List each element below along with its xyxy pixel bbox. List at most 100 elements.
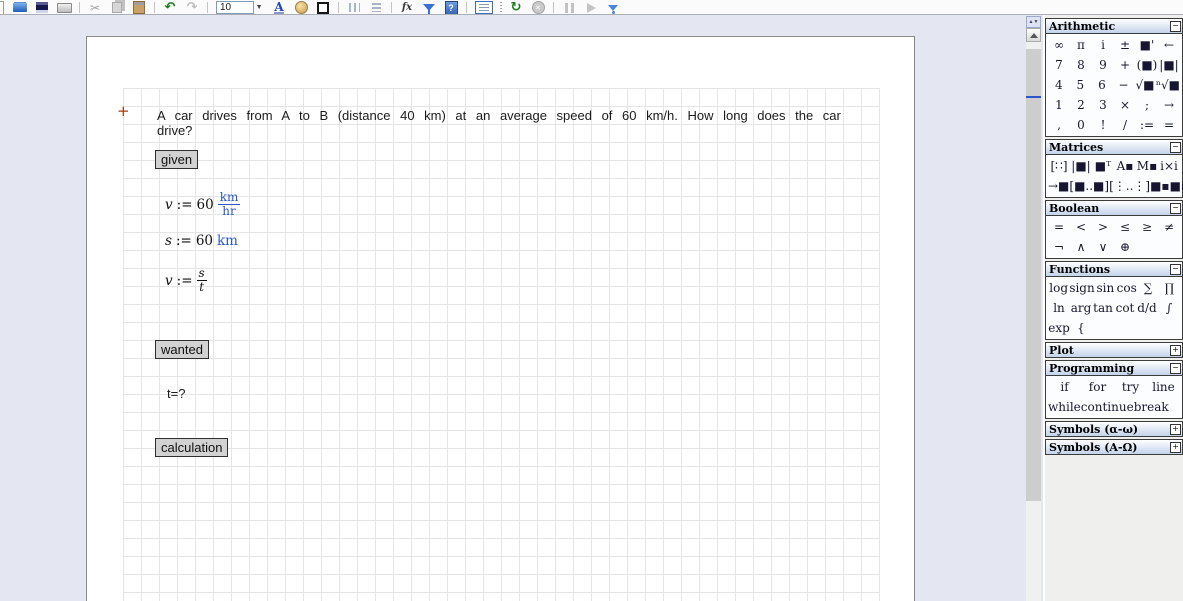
paste-icon[interactable]	[131, 1, 147, 14]
palette-button[interactable]: log	[1048, 278, 1069, 298]
panel-arithmetic-header[interactable]: Arithmetic−	[1046, 19, 1182, 34]
palette-button[interactable]: ,	[1048, 115, 1070, 135]
undo-icon[interactable]	[162, 1, 178, 14]
math-region-velocity-definition[interactable]: v := 60 km hr	[165, 191, 240, 218]
palette-button[interactable]: d/d	[1136, 298, 1158, 318]
palette-button[interactable]: 0	[1070, 115, 1092, 135]
palette-button[interactable]: for	[1081, 377, 1114, 397]
panel-plot-header[interactable]: Plot+	[1046, 343, 1182, 357]
collapse-icon[interactable]: −	[1170, 363, 1181, 374]
palette-button[interactable]: ¬	[1048, 237, 1070, 257]
background-color-icon[interactable]	[293, 1, 309, 14]
palette-button[interactable]: arg	[1070, 298, 1092, 318]
save-icon[interactable]	[34, 1, 50, 14]
wanted-expression-region[interactable]: t=?	[167, 386, 185, 401]
side-panel-toggle-icon[interactable]	[474, 1, 494, 14]
play-icon[interactable]	[583, 1, 599, 14]
palette-button[interactable]: [∷]	[1048, 156, 1070, 176]
align-vertical-icon[interactable]	[368, 1, 384, 14]
palette-button[interactable]: ■ᵀ	[1092, 156, 1114, 176]
copy-icon[interactable]	[109, 1, 125, 14]
palette-button[interactable]: ≤	[1114, 217, 1136, 237]
redo-icon[interactable]	[184, 1, 200, 14]
palette-button[interactable]: ■'	[1136, 35, 1158, 55]
palette-button[interactable]: 4	[1048, 75, 1070, 95]
collapse-icon[interactable]: −	[1170, 21, 1181, 32]
palette-button[interactable]: ;	[1136, 95, 1158, 115]
expand-icon[interactable]: +	[1170, 424, 1181, 435]
align-horizontal-icon[interactable]	[346, 1, 362, 14]
reference-book-icon[interactable]	[443, 1, 459, 14]
palette-button[interactable]: |■|	[1070, 156, 1092, 176]
palette-button[interactable]: =	[1158, 115, 1180, 135]
given-label[interactable]: given	[155, 150, 198, 169]
math-region-distance-definition[interactable]: s := 60 km	[165, 233, 238, 249]
vertical-scrollbar[interactable]: ▲▼	[1026, 16, 1041, 601]
palette-button[interactable]: i	[1092, 35, 1114, 55]
palette-button[interactable]: A▪	[1114, 156, 1136, 176]
collapse-icon[interactable]: −	[1170, 142, 1181, 153]
palette-button[interactable]: while	[1048, 397, 1081, 417]
palette-button[interactable]: ■▪▪	[1170, 176, 1183, 196]
palette-button[interactable]: try	[1114, 377, 1147, 397]
palette-button[interactable]: ∧	[1070, 237, 1092, 257]
scrollbar-splitter-handle[interactable]: ▲▼	[1026, 16, 1041, 28]
palette-button[interactable]: if	[1048, 377, 1081, 397]
palette-button[interactable]: ≠	[1158, 217, 1180, 237]
palette-button[interactable]: ∫	[1158, 298, 1180, 318]
palette-button[interactable]: ∑	[1137, 278, 1158, 298]
palette-button[interactable]: 2	[1070, 95, 1092, 115]
panel-programming-header[interactable]: Programming−	[1046, 361, 1182, 376]
palette-button[interactable]: (■)	[1136, 55, 1158, 75]
palette-button[interactable]: exp	[1048, 318, 1070, 338]
palette-button[interactable]: 5	[1070, 75, 1092, 95]
calculation-label[interactable]: calculation	[155, 438, 228, 457]
panel-boolean-header[interactable]: Boolean−	[1046, 201, 1182, 216]
new-document-icon[interactable]	[0, 1, 6, 14]
palette-button[interactable]: 9	[1092, 55, 1114, 75]
border-icon[interactable]	[315, 1, 331, 14]
palette-button[interactable]: cot	[1114, 298, 1136, 318]
palette-button[interactable]: +	[1114, 55, 1136, 75]
palette-button[interactable]: ⁿ√■	[1156, 75, 1180, 95]
collapse-icon[interactable]: −	[1170, 203, 1181, 214]
wanted-label[interactable]: wanted	[155, 340, 209, 359]
palette-button[interactable]: √■	[1134, 75, 1156, 95]
scroll-up-button[interactable]	[1026, 28, 1041, 42]
palette-button[interactable]: ∨	[1092, 237, 1114, 257]
palette-button[interactable]: tan	[1092, 298, 1114, 318]
palette-button[interactable]: ∞	[1048, 35, 1070, 55]
insert-unit-icon[interactable]	[421, 1, 437, 14]
palette-button[interactable]: ×	[1114, 95, 1136, 115]
open-file-icon[interactable]	[12, 1, 28, 14]
scrollbar-thumb[interactable]	[1026, 49, 1041, 501]
chevron-down-icon[interactable]: ▼	[254, 1, 264, 14]
math-region-velocity-formula[interactable]: v := s t	[165, 267, 207, 294]
palette-button[interactable]: ■▪	[1150, 176, 1169, 196]
palette-button[interactable]: =	[1048, 217, 1070, 237]
palette-button[interactable]: {	[1070, 318, 1092, 338]
palette-button[interactable]: ln	[1048, 298, 1070, 318]
palette-button[interactable]: line	[1147, 377, 1180, 397]
palette-button[interactable]: /	[1114, 115, 1136, 135]
panel-functions-header[interactable]: Functions−	[1046, 262, 1182, 277]
palette-button[interactable]: continue	[1081, 397, 1134, 417]
palette-button[interactable]: >	[1092, 217, 1114, 237]
palette-button[interactable]: 8	[1070, 55, 1092, 75]
palette-button[interactable]: π	[1070, 35, 1092, 55]
palette-button[interactable]: ⊕	[1114, 237, 1136, 257]
palette-button[interactable]: [■..■]	[1069, 176, 1109, 196]
panel-matrices-header[interactable]: Matrices−	[1046, 140, 1182, 155]
debug-step-icon[interactable]	[605, 1, 621, 14]
cut-icon[interactable]	[87, 1, 103, 14]
palette-button[interactable]: sign	[1069, 278, 1094, 298]
panel-symbols-greek-header[interactable]: Symbols (α-ω)+	[1046, 422, 1182, 436]
collapse-icon[interactable]: −	[1170, 264, 1181, 275]
palette-button[interactable]: ∏	[1159, 278, 1180, 298]
panel-symbols-greek-caps-header[interactable]: Symbols (A-Ω)+	[1046, 440, 1182, 454]
interrupt-icon[interactable]	[530, 1, 546, 14]
palette-button[interactable]: ←	[1158, 35, 1180, 55]
palette-button[interactable]: sin	[1095, 278, 1116, 298]
font-size-value[interactable]: 10	[216, 1, 254, 14]
palette-button[interactable]: 7	[1048, 55, 1070, 75]
